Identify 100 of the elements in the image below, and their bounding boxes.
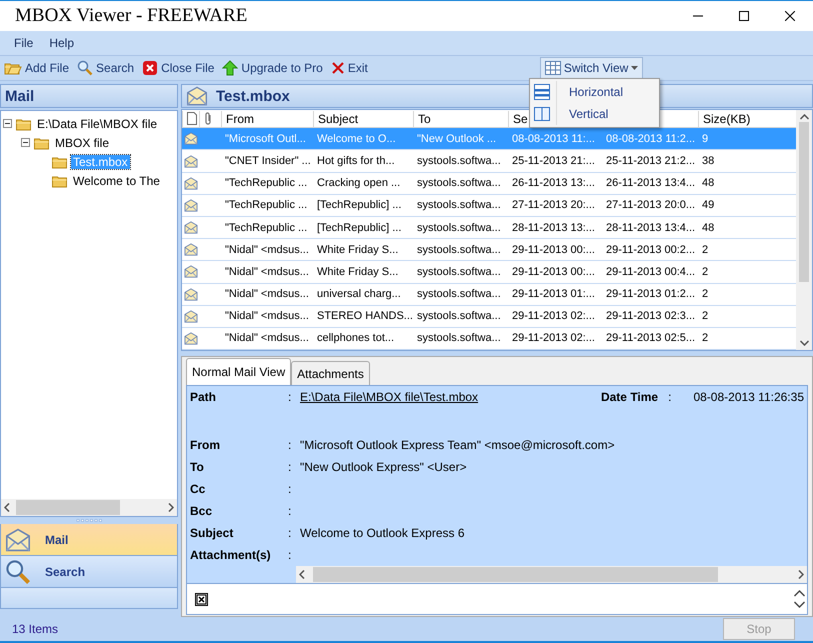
table-cell-text: 25-11-2013 21:... xyxy=(511,155,596,168)
separator-text: : xyxy=(668,390,672,404)
tree-item[interactable]: E:\Data File\MBOX file xyxy=(35,116,160,130)
table-cell-text: "CNET Insider" ... xyxy=(224,155,312,168)
envelope-icon xyxy=(184,265,198,278)
table-cell-text: 2 xyxy=(701,266,710,278)
table-cell-text: universal charg... xyxy=(316,288,402,300)
toolbar-button[interactable]: Exit xyxy=(326,59,372,77)
menu-item[interactable]: Help xyxy=(41,34,82,52)
column-header[interactable]: Size(KB) xyxy=(703,112,750,126)
tab[interactable]: Normal Mail View xyxy=(186,358,292,385)
field-value: 08-08-2013 11:26:35 xyxy=(693,390,804,404)
menu-item[interactable]: File xyxy=(6,34,42,52)
table-cell-text: systools.softwa... xyxy=(416,288,502,300)
message-row[interactable]: "Nidal" <mdsus... STEREO HANDS... systools.softwa... 29-11-2013 02:... 29-11-2013 02:3... 2 xyxy=(182,306,796,328)
field-value: "New Outlook Express" <User> xyxy=(300,460,468,474)
table-cell-text: "Nidal" <mdsus... xyxy=(224,288,310,300)
scroll-right-icon[interactable] xyxy=(798,570,804,579)
scroll-left-icon[interactable] xyxy=(299,570,305,579)
column-header[interactable]: From xyxy=(226,112,254,126)
scroll-down-icon[interactable] xyxy=(794,601,805,608)
table-cell-text: 29-11-2013 02:... xyxy=(511,332,596,344)
table-cell-text: 29-11-2013 01:... xyxy=(511,288,596,300)
message-row[interactable]: "Nidal" <mdsus... White Friday S... systools.softwa... 29-11-2013 00:... 29-11-2013 00:2... 2 xyxy=(182,239,796,262)
table-cell-text: [TechRepublic] ... xyxy=(316,222,402,234)
toolbar-button[interactable]: Close File xyxy=(138,58,218,78)
tab[interactable]: Attachments xyxy=(291,361,370,385)
column-header[interactable]: Se xyxy=(513,112,528,126)
table-cell-text: 48 xyxy=(701,177,716,190)
message-row[interactable]: "CNET Insider" ... Hot gifts for th... systools.softwa... 25-11-2013 21:... 25-11-2013 21:2... 38 xyxy=(182,150,796,173)
toolbar-button[interactable]: Add File xyxy=(0,58,74,78)
field-label: Date Time xyxy=(600,390,658,404)
tree-item[interactable]: MBOX file xyxy=(53,136,112,150)
table-cell-text: systools.softwa... xyxy=(416,332,502,344)
table-cell-text: systools.softwa... xyxy=(416,177,502,190)
scroll-left-icon[interactable] xyxy=(4,503,10,512)
switch-view-button[interactable]: Switch View xyxy=(540,57,644,79)
table-cell-text: systools.softwa... xyxy=(416,155,502,168)
table-cell-text: 9 xyxy=(701,132,710,145)
scroll-up-icon[interactable] xyxy=(800,114,808,120)
message-row[interactable]: "Nidal" <mdsus... cellphones tot... systools.softwa... 29-11-2013 02:... 29-11-2013 02:5... 2 xyxy=(182,328,796,350)
message-row[interactable]: "Nidal" <mdsus... universal charg... systools.softwa... 29-11-2013 01:... 29-11-2013 01:2... 2 xyxy=(182,284,796,306)
table-cell-text: 38 xyxy=(701,155,716,168)
field-label: Subject xyxy=(190,526,234,540)
menu-item[interactable]: Vertical xyxy=(530,103,659,125)
scroll-right-icon[interactable] xyxy=(168,503,174,512)
envelope-icon xyxy=(184,198,198,212)
toolbar-button[interactable]: Search xyxy=(73,58,138,78)
nav-button[interactable]: Search xyxy=(0,556,178,588)
horizontal-scrollbar[interactable] xyxy=(296,566,807,583)
close-icon[interactable] xyxy=(785,11,795,21)
envelope-icon xyxy=(184,154,198,168)
table-cell-text: systools.softwa... xyxy=(416,222,502,234)
broken-image-icon xyxy=(195,592,208,606)
table-cell-text: systools.softwa... xyxy=(416,199,502,212)
nav-button[interactable]: Mail xyxy=(0,524,178,556)
message-row[interactable]: "TechRepublic ... [TechRepublic] ... systools.softwa... 28-11-2013 13:... 28-11-2013 13:4... 48 xyxy=(182,217,796,240)
vertical-scrollbar[interactable] xyxy=(796,110,812,350)
column-header[interactable]: Subject xyxy=(318,112,358,126)
table-cell-text: "Nidal" <mdsus... xyxy=(224,244,310,256)
collapse-icon[interactable] xyxy=(3,119,12,128)
table-cell-text: 2 xyxy=(701,244,710,256)
table-cell-text: 29-11-2013 00:2... xyxy=(605,244,696,256)
menu-item[interactable]: Horizontal xyxy=(530,81,659,103)
paperclip-icon xyxy=(204,112,212,126)
table-cell-text: White Friday S... xyxy=(316,244,400,256)
tree-item[interactable]: Welcome to The xyxy=(71,174,162,188)
table-cell-text: 29-11-2013 02:... xyxy=(511,310,596,322)
dropdown-caret-icon xyxy=(631,66,638,70)
message-row[interactable]: "Nidal" <mdsus... White Friday S... systools.softwa... 29-11-2013 00:... 29-11-2013 00:4... 2 xyxy=(182,261,796,284)
field-label: Path xyxy=(190,390,218,404)
scroll-down-icon[interactable] xyxy=(800,340,808,346)
column-header[interactable]: To xyxy=(418,112,431,126)
horizontal-layout-icon xyxy=(534,84,550,100)
field-value: "Microsoft Outlook Express Team" <msoe@microsoft.com> xyxy=(300,438,616,452)
toolbar-button[interactable]: Upgrade to Pro xyxy=(218,58,327,78)
table-cell-text: "Microsoft Outl... xyxy=(224,132,307,145)
table-cell-text: 29-11-2013 00:... xyxy=(511,266,596,278)
item-count: 13 Items xyxy=(12,622,58,636)
field-label: From xyxy=(190,438,221,452)
table-cell-text: "TechRepublic ... xyxy=(224,199,308,212)
maximize-icon[interactable] xyxy=(739,11,749,21)
field-value: Welcome to Outlook Express 6 xyxy=(300,526,466,540)
close-icon xyxy=(142,60,158,76)
collapse-icon[interactable] xyxy=(21,138,30,147)
file-path-link[interactable]: E:\Data File\MBOX file\Test.mbox xyxy=(300,390,478,404)
message-row[interactable]: "TechRepublic ... Cracking open ... systools.softwa... 26-11-2013 13:... 26-11-2013 13:4... 48 xyxy=(182,172,796,195)
scroll-up-icon[interactable] xyxy=(794,590,805,597)
vertical-layout-icon xyxy=(534,106,550,122)
horizontal-scrollbar[interactable] xyxy=(1,499,177,516)
envelope-icon xyxy=(184,310,198,323)
window-title: MBOX Viewer - FREEWARE xyxy=(15,5,248,27)
envelope-icon xyxy=(184,332,198,345)
table-cell-text: "New Outlook ... xyxy=(416,132,498,145)
table-cell-text: White Friday S... xyxy=(316,266,400,278)
message-row[interactable]: "TechRepublic ... [TechRepublic] ... systools.softwa... 27-11-2013 20:... 27-11-2013 20:0... 49 xyxy=(182,194,796,217)
table-cell-text: cellphones tot... xyxy=(316,332,396,344)
search-icon xyxy=(5,558,31,584)
field-label: To xyxy=(190,460,205,474)
separator-text: : xyxy=(288,438,292,452)
